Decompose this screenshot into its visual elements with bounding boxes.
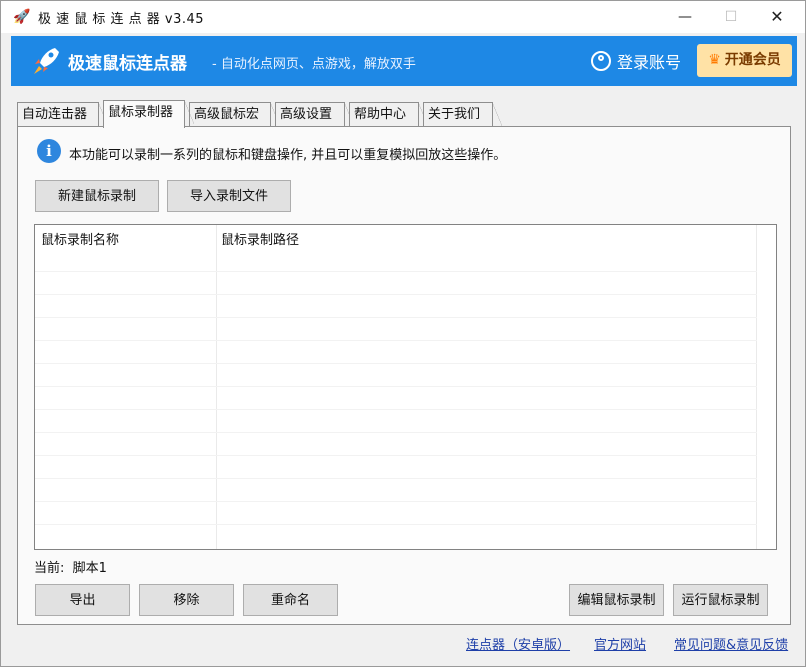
tab-advanced-settings[interactable]: 高级设置 [275, 102, 354, 126]
official-website-link[interactable]: 官方网站 [594, 634, 646, 653]
export-button[interactable]: 导出 [35, 584, 130, 616]
tab-label: 关于我们 [428, 107, 481, 122]
run-recording-button[interactable]: 运行鼠标录制 [673, 584, 768, 616]
remove-button[interactable]: 移除 [139, 584, 234, 616]
rocket-app-icon: 🚀 [13, 9, 31, 25]
tab-label: 高级鼠标宏 [194, 107, 260, 122]
tab-auto-clicker[interactable]: 自动连击器 [17, 102, 108, 126]
rocket-icon [34, 48, 59, 74]
tab-help[interactable]: 帮助中心 [349, 102, 428, 126]
list-row [35, 409, 757, 410]
crown-icon: ♛ [708, 52, 721, 68]
current-label: 当前: [34, 561, 65, 576]
brand-title: 极速鼠标连点器 [68, 54, 187, 74]
rename-button[interactable]: 重命名 [243, 584, 338, 616]
android-version-link[interactable]: 连点器（安卓版） [466, 634, 570, 653]
list-row [35, 340, 757, 341]
vip-button[interactable]: ♛ 开通会员 [697, 44, 792, 77]
tab-label: 帮助中心 [354, 107, 407, 122]
tab-mouse-recorder[interactable]: 鼠标录制器 [103, 100, 194, 128]
list-row [35, 294, 757, 295]
faq-feedback-link[interactable]: 常见问题&意见反馈 [674, 634, 788, 653]
list-header: 鼠标录制名称 鼠标录制路径 [35, 225, 776, 249]
header-banner: 极速鼠标连点器 - 自动化点网页、点游戏，解放双手 登录账号 ♛ 开通会员 [11, 36, 797, 86]
tab-about[interactable]: 关于我们 [423, 102, 502, 126]
login-link[interactable]: 登录账号 [591, 49, 681, 73]
list-row [35, 501, 757, 502]
tab-label: 鼠标录制器 [108, 105, 174, 120]
edit-recording-button[interactable]: 编辑鼠标录制 [569, 584, 664, 616]
minimize-button[interactable]: — [662, 1, 708, 33]
list-row [35, 432, 757, 433]
list-row [35, 455, 757, 456]
list-row [35, 478, 757, 479]
vip-label: 开通会员 [724, 52, 781, 68]
app-window: 🚀 极 速 鼠 标 连 点 器 v3.45 — ☐ ✕ 极速鼠标连点器 - 自动… [0, 0, 806, 667]
title-bar: 🚀 极 速 鼠 标 连 点 器 v3.45 — ☐ ✕ [1, 1, 805, 33]
recorder-panel: i 本功能可以录制一系列的鼠标和键盘操作, 并且可以重复模拟回放这些操作。 新建… [17, 126, 791, 625]
user-icon [591, 51, 611, 71]
tab-label: 高级设置 [280, 107, 333, 122]
recording-list[interactable]: 鼠标录制名称 鼠标录制路径 [34, 224, 777, 550]
list-row [35, 386, 757, 387]
window-title: 极 速 鼠 标 连 点 器 v3.45 [38, 12, 205, 27]
info-icon: i [37, 139, 61, 163]
login-label: 登录账号 [617, 53, 682, 72]
tab-advanced-macro[interactable]: 高级鼠标宏 [189, 102, 280, 126]
list-row [35, 524, 757, 525]
maximize-button[interactable]: ☐ [708, 1, 754, 33]
info-text: 本功能可以录制一系列的鼠标和键盘操作, 并且可以重复模拟回放这些操作。 [69, 148, 507, 163]
column-name-header[interactable]: 鼠标录制名称 [41, 229, 119, 248]
close-button[interactable]: ✕ [754, 1, 800, 33]
list-row [35, 363, 757, 364]
brand-slogan: - 自动化点网页、点游戏，解放双手 [212, 57, 416, 72]
new-recording-button[interactable]: 新建鼠标录制 [35, 180, 159, 212]
current-script: 当前: 脚本1 [34, 557, 107, 576]
tab-label: 自动连击器 [22, 107, 88, 122]
column-path-header[interactable]: 鼠标录制路径 [221, 229, 299, 248]
list-row [35, 271, 757, 272]
list-row [35, 317, 757, 318]
import-recording-button[interactable]: 导入录制文件 [167, 180, 291, 212]
current-value: 脚本1 [72, 561, 107, 576]
